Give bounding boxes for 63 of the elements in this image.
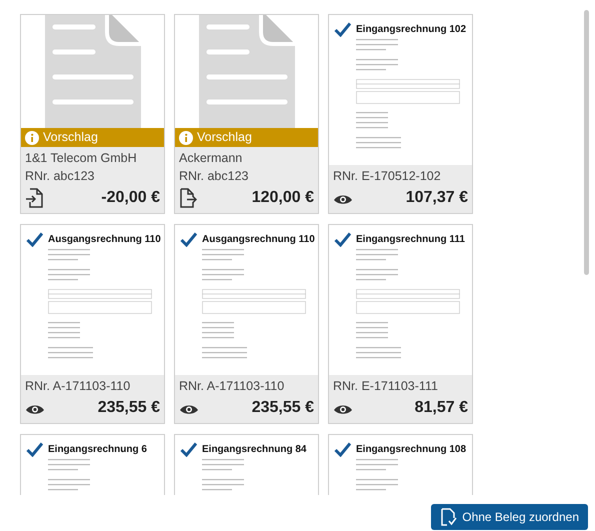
document-check-icon xyxy=(440,508,458,526)
reference-lines-drawing xyxy=(48,269,90,281)
payment-lines-drawing xyxy=(356,112,388,129)
address-lines-drawing xyxy=(356,249,398,261)
invoice-amount: -20,00 € xyxy=(101,188,160,208)
address-lines-drawing xyxy=(202,249,244,261)
document-card[interactable]: Eingangsrechnung 111 RNr. E-171103-111 81,57 € xyxy=(328,224,473,424)
reference-lines-drawing xyxy=(356,59,398,71)
document-arrow-in-icon[interactable] xyxy=(25,188,43,208)
invoice-amount: 81,57 € xyxy=(414,398,468,418)
address-lines-drawing xyxy=(356,39,398,51)
document-placeholder-icon xyxy=(44,15,140,128)
reference-lines-drawing xyxy=(202,479,244,491)
invoice-number: RNr. E-170512-102 xyxy=(333,168,442,184)
document-title: Eingangsrechnung 108 xyxy=(356,443,466,457)
document-title: Eingangsrechnung 111 xyxy=(356,233,465,247)
info-icon xyxy=(179,130,193,145)
document-card[interactable]: Eingangsrechnung 84 xyxy=(174,434,319,495)
invoice-number: RNr. E-171103-111 xyxy=(333,378,439,394)
invoice-amount: 235,55 € xyxy=(252,398,314,418)
invoice-number: RNr. abc123 xyxy=(25,168,96,184)
footer-lines-drawing xyxy=(202,347,247,359)
document-title: Eingangsrechnung 102 xyxy=(356,23,466,37)
reference-lines-drawing xyxy=(356,269,398,281)
payment-lines-drawing xyxy=(202,322,234,339)
document-arrow-out-icon[interactable] xyxy=(179,188,197,208)
document-title: Eingangsrechnung 6 xyxy=(48,443,147,457)
invoice-amount: 107,37 € xyxy=(406,188,468,208)
document-placeholder-icon xyxy=(198,15,294,128)
address-lines-drawing xyxy=(202,459,244,471)
suggestion-label: Vorschlag xyxy=(43,129,98,146)
document-card[interactable]: Eingangsrechnung 6 xyxy=(20,434,165,495)
document-title: Eingangsrechnung 84 xyxy=(202,443,306,457)
invoice-number: RNr. A-171103-110 xyxy=(25,378,132,394)
invoice-amount: 120,00 € xyxy=(252,188,314,208)
address-lines-drawing xyxy=(48,249,90,261)
reference-lines-drawing xyxy=(48,479,90,491)
address-lines-drawing xyxy=(356,459,398,471)
footer-lines-drawing xyxy=(48,347,93,359)
payment-lines-drawing xyxy=(356,322,388,339)
footer-lines-drawing xyxy=(356,137,401,149)
document-card[interactable]: Ausgangsrechnung 110 RNr. A-171103-110 235,55 € xyxy=(20,224,165,424)
footer-lines-drawing xyxy=(356,347,401,359)
company-name: 1&1 Telecom GmbH xyxy=(25,150,138,166)
reference-lines-drawing xyxy=(356,479,398,491)
document-card[interactable]: Vorschlag 1&1 Telecom GmbH RNr. abc123 -20,00 € xyxy=(20,14,165,214)
company-name: Ackermann xyxy=(179,150,244,166)
document-card[interactable]: Vorschlag Ackermann RNr. abc123 120,00 € xyxy=(174,14,319,214)
payment-lines-drawing xyxy=(48,322,80,339)
document-card[interactable]: Ausgangsrechnung 110 RNr. A-171103-110 235,55 € xyxy=(174,224,319,424)
invoice-amount: 235,55 € xyxy=(98,398,160,418)
document-title: Ausgangsrechnung 110 xyxy=(202,233,315,247)
reference-lines-drawing xyxy=(202,269,244,281)
address-lines-drawing xyxy=(48,459,90,471)
scrollbar[interactable] xyxy=(584,10,589,275)
document-title: Ausgangsrechnung 110 xyxy=(48,233,161,247)
invoice-number: RNr. A-171103-110 xyxy=(179,378,286,394)
invoice-number: RNr. abc123 xyxy=(179,168,250,184)
assign-without-receipt-button[interactable]: Ohne Beleg zuordnen xyxy=(431,504,588,530)
document-card[interactable]: Eingangsrechnung 108 xyxy=(328,434,473,495)
document-card[interactable]: Eingangsrechnung 102 RNr. E-170512-102 107,37 € xyxy=(328,14,473,214)
info-icon xyxy=(25,130,39,145)
suggestion-label: Vorschlag xyxy=(197,129,252,146)
